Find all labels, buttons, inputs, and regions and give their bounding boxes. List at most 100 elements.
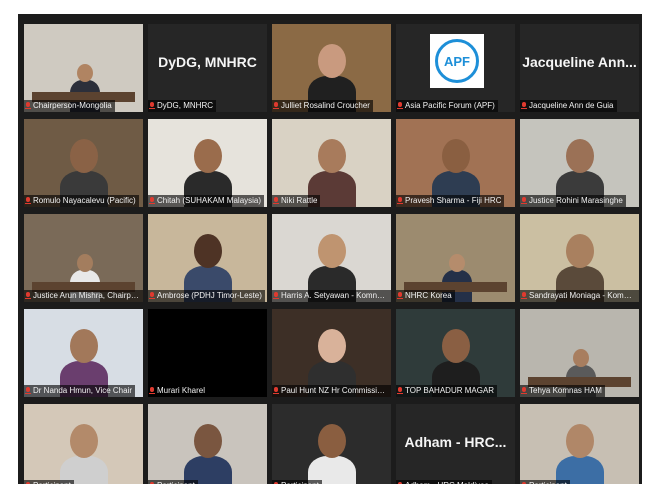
muted-mic-icon [149,387,155,395]
participant-head [194,139,222,173]
participant-video [272,404,391,484]
participant-head [77,64,93,82]
muted-mic-icon [273,197,279,205]
participant-tile[interactable]: Dr Nanda Hmun, Vice Chair [24,309,143,397]
participant-name: Jacqueline Ann de Guia [529,101,614,110]
participant-nameplate: Justice Rohini Marasinghe [520,195,626,207]
participant-tile[interactable]: Participant [272,404,391,484]
participant-nameplate: Justice Arun Mishra, Chairperson [24,290,143,302]
muted-mic-icon [273,292,279,300]
muted-mic-icon [25,102,31,110]
participant-tile[interactable]: Chitah (SUHAKAM Malaysia) [148,119,267,207]
participant-head [70,139,98,173]
participant-nameplate: Chairperson-Mongolia [24,100,115,112]
participant-head [573,349,589,367]
participant-video [24,309,143,397]
participant-name: DyDG, MNHRC [157,101,213,110]
participant-video [24,214,143,302]
participant-video [24,404,143,484]
participant-tile[interactable]: Pravesh Sharma - Fiji HRC [396,119,515,207]
participant-video: Adham - HRC... [396,404,515,484]
participant-nameplate: DyDG, MNHRC [148,100,216,112]
participant-name: Adham - HRC Maldives [405,480,489,484]
participant-name: Asia Pacific Forum (APF) [405,101,495,110]
participant-display-name: DyDG, MNHRC [158,54,257,70]
participant-name: Participant [529,480,567,484]
participant-head [70,424,98,458]
participant-nameplate: Paul Hunt NZ Hr Commissioner [272,385,391,397]
participant-name: Julliet Rosalind Croucher [281,101,370,110]
participant-head [318,44,346,78]
participant-head [566,139,594,173]
muted-mic-icon [149,482,155,484]
participant-head [194,234,222,268]
participant-video [520,309,639,397]
participant-tile[interactable]: Participant [520,404,639,484]
participant-tile[interactable]: Niki Rattle [272,119,391,207]
participant-video [272,214,391,302]
participant-head [77,254,93,272]
participant-video [272,119,391,207]
muted-mic-icon [521,482,527,484]
participant-name: Participant [157,480,195,484]
muted-mic-icon [521,197,527,205]
participant-tile[interactable]: Sandrayati Moniaga - Komnas HAM [520,214,639,302]
participant-video [148,404,267,484]
participant-nameplate: Tehya Komnas HAM [520,385,605,397]
participant-tile[interactable]: Adham - HRC... Adham - HRC Maldives [396,404,515,484]
participant-nameplate: Sandrayati Moniaga - Komnas HAM [520,290,639,302]
participant-nameplate: Participant [148,480,198,484]
participant-tile[interactable]: Jacqueline Ann... Jacqueline Ann de Guia [520,24,639,112]
participant-video: DyDG, MNHRC [148,24,267,112]
participant-head [318,139,346,173]
muted-mic-icon [25,387,31,395]
participant-nameplate: Participant [520,480,570,484]
muted-mic-icon [149,197,155,205]
participant-video [520,119,639,207]
participant-head [194,424,222,458]
participant-name: Chitah (SUHAKAM Malaysia) [157,196,262,205]
muted-mic-icon [397,482,403,484]
participant-video [396,214,515,302]
participant-nameplate: Ambrose (PDHJ Timor-Leste) [148,290,265,302]
participant-name: Murari Kharel [157,386,206,395]
participant-tile[interactable]: APF Asia Pacific Forum (APF) [396,24,515,112]
participant-tile[interactable]: Tehya Komnas HAM [520,309,639,397]
participant-name: Paul Hunt NZ Hr Commissioner [281,386,388,395]
participant-tile[interactable]: Justice Arun Mishra, Chairperson [24,214,143,302]
muted-mic-icon [25,482,31,484]
participant-tile[interactable]: Julliet Rosalind Croucher [272,24,391,112]
participant-nameplate: Jacqueline Ann de Guia [520,100,617,112]
participant-tile[interactable]: Romulo Nayacalevu (Pacific) [24,119,143,207]
participant-name: Romulo Nayacalevu (Pacific) [33,196,136,205]
participant-tile[interactable]: Paul Hunt NZ Hr Commissioner [272,309,391,397]
participant-name: Dr Nanda Hmun, Vice Chair [33,386,133,395]
participant-name: Harris A. Setyawan - Komnas HAM [281,291,388,300]
participant-tile[interactable]: Participant [24,404,143,484]
participant-video [24,24,143,112]
muted-mic-icon [521,102,527,110]
participant-tile[interactable]: TOP BAHADUR MAGAR [396,309,515,397]
participant-nameplate: Participant [24,480,74,484]
participant-nameplate: TOP BAHADUR MAGAR [396,385,498,397]
participant-tile[interactable]: Chairperson-Mongolia [24,24,143,112]
muted-mic-icon [273,482,279,484]
muted-mic-icon [25,197,31,205]
participant-head [449,254,465,272]
participant-tile[interactable]: DyDG, MNHRC DyDG, MNHRC [148,24,267,112]
participant-tile[interactable]: Justice Rohini Marasinghe [520,119,639,207]
participant-video [520,404,639,484]
participant-tile[interactable]: Harris A. Setyawan - Komnas HAM [272,214,391,302]
participant-tile[interactable]: NHRC Korea [396,214,515,302]
participant-name: Ambrose (PDHJ Timor-Leste) [157,291,262,300]
participant-tile[interactable]: Ambrose (PDHJ Timor-Leste) [148,214,267,302]
participant-name: NHRC Korea [405,291,452,300]
participant-nameplate: Asia Pacific Forum (APF) [396,100,498,112]
participant-name: Niki Rattle [281,196,318,205]
participant-head [566,234,594,268]
participant-tile[interactable]: Participant [148,404,267,484]
participant-nameplate: Niki Rattle [272,195,321,207]
participant-nameplate: Murari Kharel [148,385,209,397]
participant-head [318,424,346,458]
participant-tile[interactable]: Murari Kharel [148,309,267,397]
